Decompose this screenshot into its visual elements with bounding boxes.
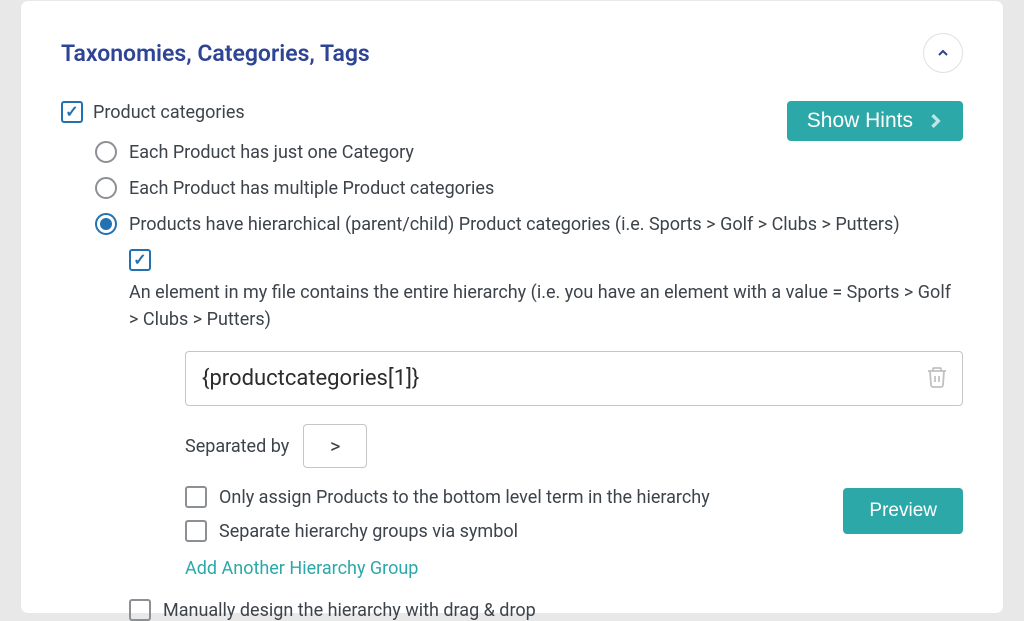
separate-groups-checkbox[interactable]	[185, 520, 207, 542]
taxonomies-panel: Taxonomies, Categories, Tags Product cat…	[20, 0, 1004, 614]
hierarchy-field-input[interactable]	[185, 351, 963, 406]
add-hierarchy-group-link[interactable]: Add Another Hierarchy Group	[185, 558, 418, 579]
bottom-level-checkbox[interactable]	[185, 486, 207, 508]
top-row: Product categories Show Hints	[61, 101, 963, 141]
radio-hierarchical-label: Products have hierarchical (parent/child…	[129, 214, 900, 235]
separator-input[interactable]	[303, 424, 367, 468]
hierarchy-options: Only assign Products to the bottom level…	[185, 486, 843, 579]
product-categories-label: Product categories	[93, 102, 245, 123]
radio-one-category[interactable]: Each Product has just one Category	[95, 141, 963, 163]
hierarchy-desc: An element in my file contains the entir…	[129, 279, 963, 333]
collapse-button[interactable]	[923, 33, 963, 73]
chevron-up-icon	[935, 45, 951, 61]
hierarchy-field-section: Separated by Only assign Products to the…	[185, 351, 963, 579]
radio-one-category-input[interactable]	[95, 141, 117, 163]
delete-field-button[interactable]	[925, 365, 949, 393]
bottom-level-label: Only assign Products to the bottom level…	[219, 487, 710, 508]
manual-design-option: Manually design the hierarchy with drag …	[129, 599, 963, 621]
radio-hierarchical[interactable]: Products have hierarchical (parent/child…	[95, 213, 963, 235]
preview-button[interactable]: Preview	[843, 488, 963, 534]
separator-row: Separated by	[185, 424, 963, 468]
separator-label: Separated by	[185, 436, 289, 457]
product-categories-checkbox[interactable]	[61, 101, 83, 123]
bottom-level-option: Only assign Products to the bottom level…	[185, 486, 843, 508]
field-input-wrapper	[185, 351, 963, 406]
category-mode-radio-group: Each Product has just one Category Each …	[95, 141, 963, 235]
radio-multiple-categories[interactable]: Each Product has multiple Product catego…	[95, 177, 963, 199]
radio-hierarchical-input[interactable]	[95, 213, 117, 235]
manual-design-label: Manually design the hierarchy with drag …	[163, 600, 536, 621]
panel-title: Taxonomies, Categories, Tags	[61, 40, 370, 67]
panel-header: Taxonomies, Categories, Tags	[61, 33, 963, 73]
separate-groups-label: Separate hierarchy groups via symbol	[219, 521, 518, 542]
manual-design-checkbox[interactable]	[129, 599, 151, 621]
show-hints-label: Show Hints	[807, 109, 913, 133]
options-preview-row: Only assign Products to the bottom level…	[185, 486, 963, 579]
radio-one-category-label: Each Product has just one Category	[129, 142, 414, 163]
radio-multiple-categories-label: Each Product has multiple Product catego…	[129, 178, 494, 199]
show-hints-button[interactable]: Show Hints	[787, 101, 963, 141]
chevron-right-icon	[925, 111, 945, 131]
hierarchy-section: An element in my file contains the entir…	[129, 249, 963, 579]
radio-multiple-categories-input[interactable]	[95, 177, 117, 199]
hierarchy-full-element-checkbox[interactable]	[129, 249, 151, 271]
product-categories-checkbox-row: Product categories	[61, 101, 245, 123]
separate-groups-option: Separate hierarchy groups via symbol	[185, 520, 843, 542]
trash-icon	[925, 365, 949, 389]
